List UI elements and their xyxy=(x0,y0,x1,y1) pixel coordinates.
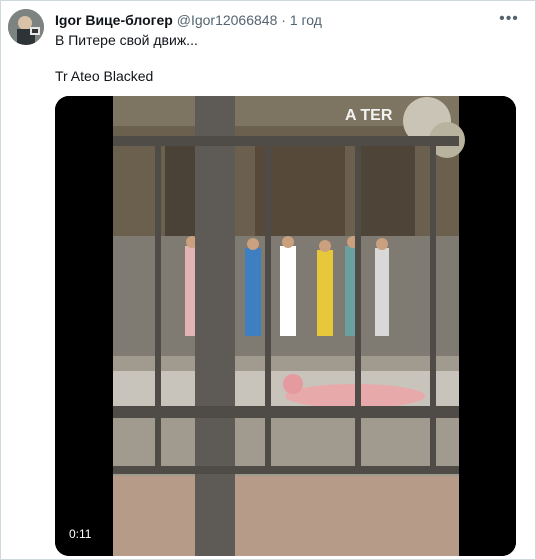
tweet-text-line-1: В Питере свой движ... xyxy=(55,32,198,48)
tweet-timestamp[interactable]: 1 год xyxy=(290,12,322,28)
tweet-card[interactable]: Igor Вице-блогер @Igor12066848 · 1 год •… xyxy=(0,0,536,560)
more-horizontal-icon: ••• xyxy=(499,10,519,27)
separator-dot: · xyxy=(281,12,286,28)
more-options-button[interactable]: ••• xyxy=(497,7,521,31)
video-duration: 0:11 xyxy=(64,526,97,542)
avatar[interactable] xyxy=(8,9,44,45)
video-frame: A TER xyxy=(55,96,516,556)
tweet-header: Igor Вице-блогер @Igor12066848 · 1 год xyxy=(55,11,495,29)
tweet-text-line-2: Tr Ateo Blacked xyxy=(55,68,154,84)
avatar-image xyxy=(8,9,44,45)
author-name[interactable]: Igor Вице-блогер xyxy=(55,12,173,28)
video-player[interactable]: A TER 0:11 xyxy=(55,96,516,556)
store-sign-text: A TER xyxy=(345,107,393,124)
author-handle[interactable]: @Igor12066848 xyxy=(177,12,278,28)
